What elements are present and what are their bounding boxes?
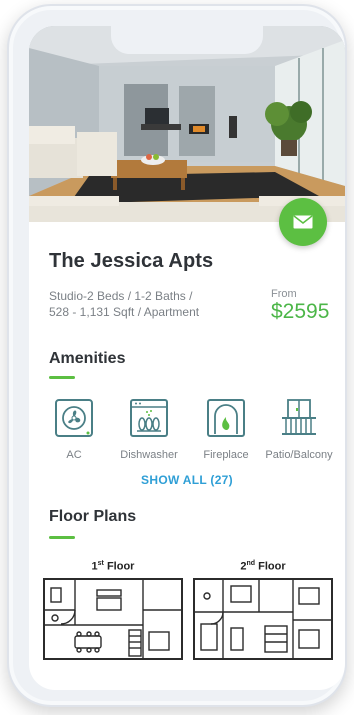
floor-plan-2-illustration — [195, 579, 331, 658]
app-screen: The Jessica Apts Studio-2 Beds / 1-2 Bat… — [29, 26, 345, 690]
listing-details: Studio-2 Beds / 1-2 Baths / 528 - 1,131 … — [49, 288, 219, 320]
listing-photo[interactable] — [29, 26, 345, 222]
ac-fan-icon — [55, 399, 93, 437]
floor-plan-card-1[interactable]: 1st Floor — [43, 560, 183, 660]
amenity-fireplace: Fireplace — [189, 398, 263, 461]
contact-mail-button[interactable] — [279, 198, 327, 246]
floor-plan-1-illustration — [45, 579, 181, 658]
floor-plans-heading: Floor Plans — [49, 508, 137, 525]
amenities-heading: Amenities — [49, 350, 126, 367]
floor-plan-drawing — [43, 577, 183, 660]
balcony-icon — [282, 399, 316, 435]
amenity-patio-balcony: Patio/Balcony — [262, 398, 336, 461]
amenities-underline — [49, 376, 75, 379]
listing-title: The Jessica Apts — [49, 250, 214, 272]
floor-plan-drawing — [193, 577, 333, 660]
amenity-dishwasher: Dishwasher — [112, 398, 186, 461]
size-text: 528 - 1,131 Sqft / Apartment — [49, 305, 200, 319]
amenity-ac: AC — [37, 398, 111, 461]
beds-baths-text: Studio-2 Beds / 1-2 Baths / — [49, 289, 193, 303]
floor-plan-title: 1st Floor — [91, 560, 135, 573]
show-all-amenities-link[interactable]: SHOW ALL (27) — [29, 473, 345, 487]
amenity-label: Dishwasher — [120, 449, 178, 461]
amenity-label: AC — [66, 449, 82, 461]
envelope-icon — [293, 215, 313, 229]
home-indicator — [119, 677, 255, 682]
amenity-label: Patio/Balcony — [265, 449, 333, 461]
phone-frame: The Jessica Apts Studio-2 Beds / 1-2 Bat… — [7, 4, 347, 707]
floor-plans-underline — [49, 536, 75, 539]
amenity-label: Fireplace — [203, 449, 249, 461]
listing-price: $2595 — [271, 300, 330, 323]
fireplace-icon — [207, 399, 245, 437]
phone-notch — [111, 26, 263, 54]
floor-plan-card-2[interactable]: 2nd Floor — [193, 560, 333, 660]
dishwasher-icon — [130, 399, 168, 437]
price-prefix: From — [271, 288, 297, 300]
floor-plan-title: 2nd Floor — [240, 560, 286, 573]
living-room-illustration — [29, 26, 345, 222]
